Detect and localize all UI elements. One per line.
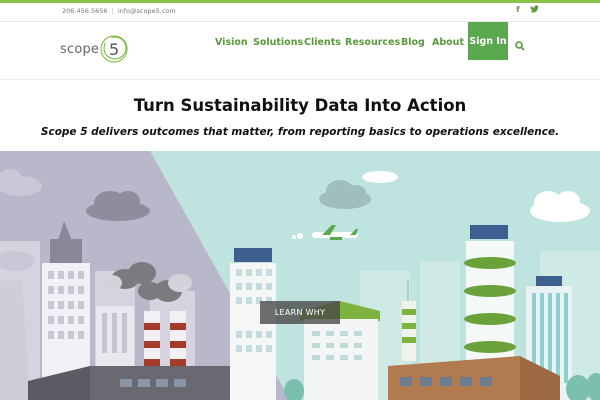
site-header: scope 5 Vision Solutions Clients Resourc… <box>0 22 600 80</box>
city-illustration: LEARN WHY <box>0 151 600 400</box>
hero-title: Turn Sustainability Data Into Action <box>133 96 467 115</box>
logo-wordmark: scope <box>60 42 100 57</box>
scope5-logo[interactable]: scope 5 <box>60 32 132 68</box>
nav-solutions[interactable]: Solutions <box>253 37 303 48</box>
nav-vision[interactable]: Vision <box>215 37 248 48</box>
nav-clients[interactable]: Clients <box>304 37 341 48</box>
sign-in-button[interactable]: Sign In <box>468 22 508 60</box>
city-scene-graphic <box>0 151 600 400</box>
logo-circle-icon: 5 <box>100 35 128 63</box>
search-icon[interactable] <box>515 36 529 51</box>
contact-info: 206.456.5656 | info@scope5.com <box>62 7 176 15</box>
contact-separator: | <box>111 7 114 15</box>
phone-number: 206.456.5656 <box>62 7 108 15</box>
facebook-icon[interactable]: f <box>512 5 524 17</box>
logo-number: 5 <box>109 40 119 59</box>
nav-about[interactable]: About <box>432 37 464 48</box>
hero-text: Turn Sustainability Data Into Action Sco… <box>0 80 600 151</box>
learn-why-button[interactable]: LEARN WHY <box>260 301 340 324</box>
email-link[interactable]: info@scope5.com <box>118 7 176 15</box>
top-bar: 206.456.5656 | info@scope5.com f <box>0 0 600 22</box>
nav-resources[interactable]: Resources <box>345 37 400 48</box>
twitter-icon[interactable] <box>528 5 540 17</box>
nav-blog[interactable]: Blog <box>401 37 425 48</box>
hero-subtitle: Scope 5 delivers outcomes that matter, f… <box>40 126 560 138</box>
